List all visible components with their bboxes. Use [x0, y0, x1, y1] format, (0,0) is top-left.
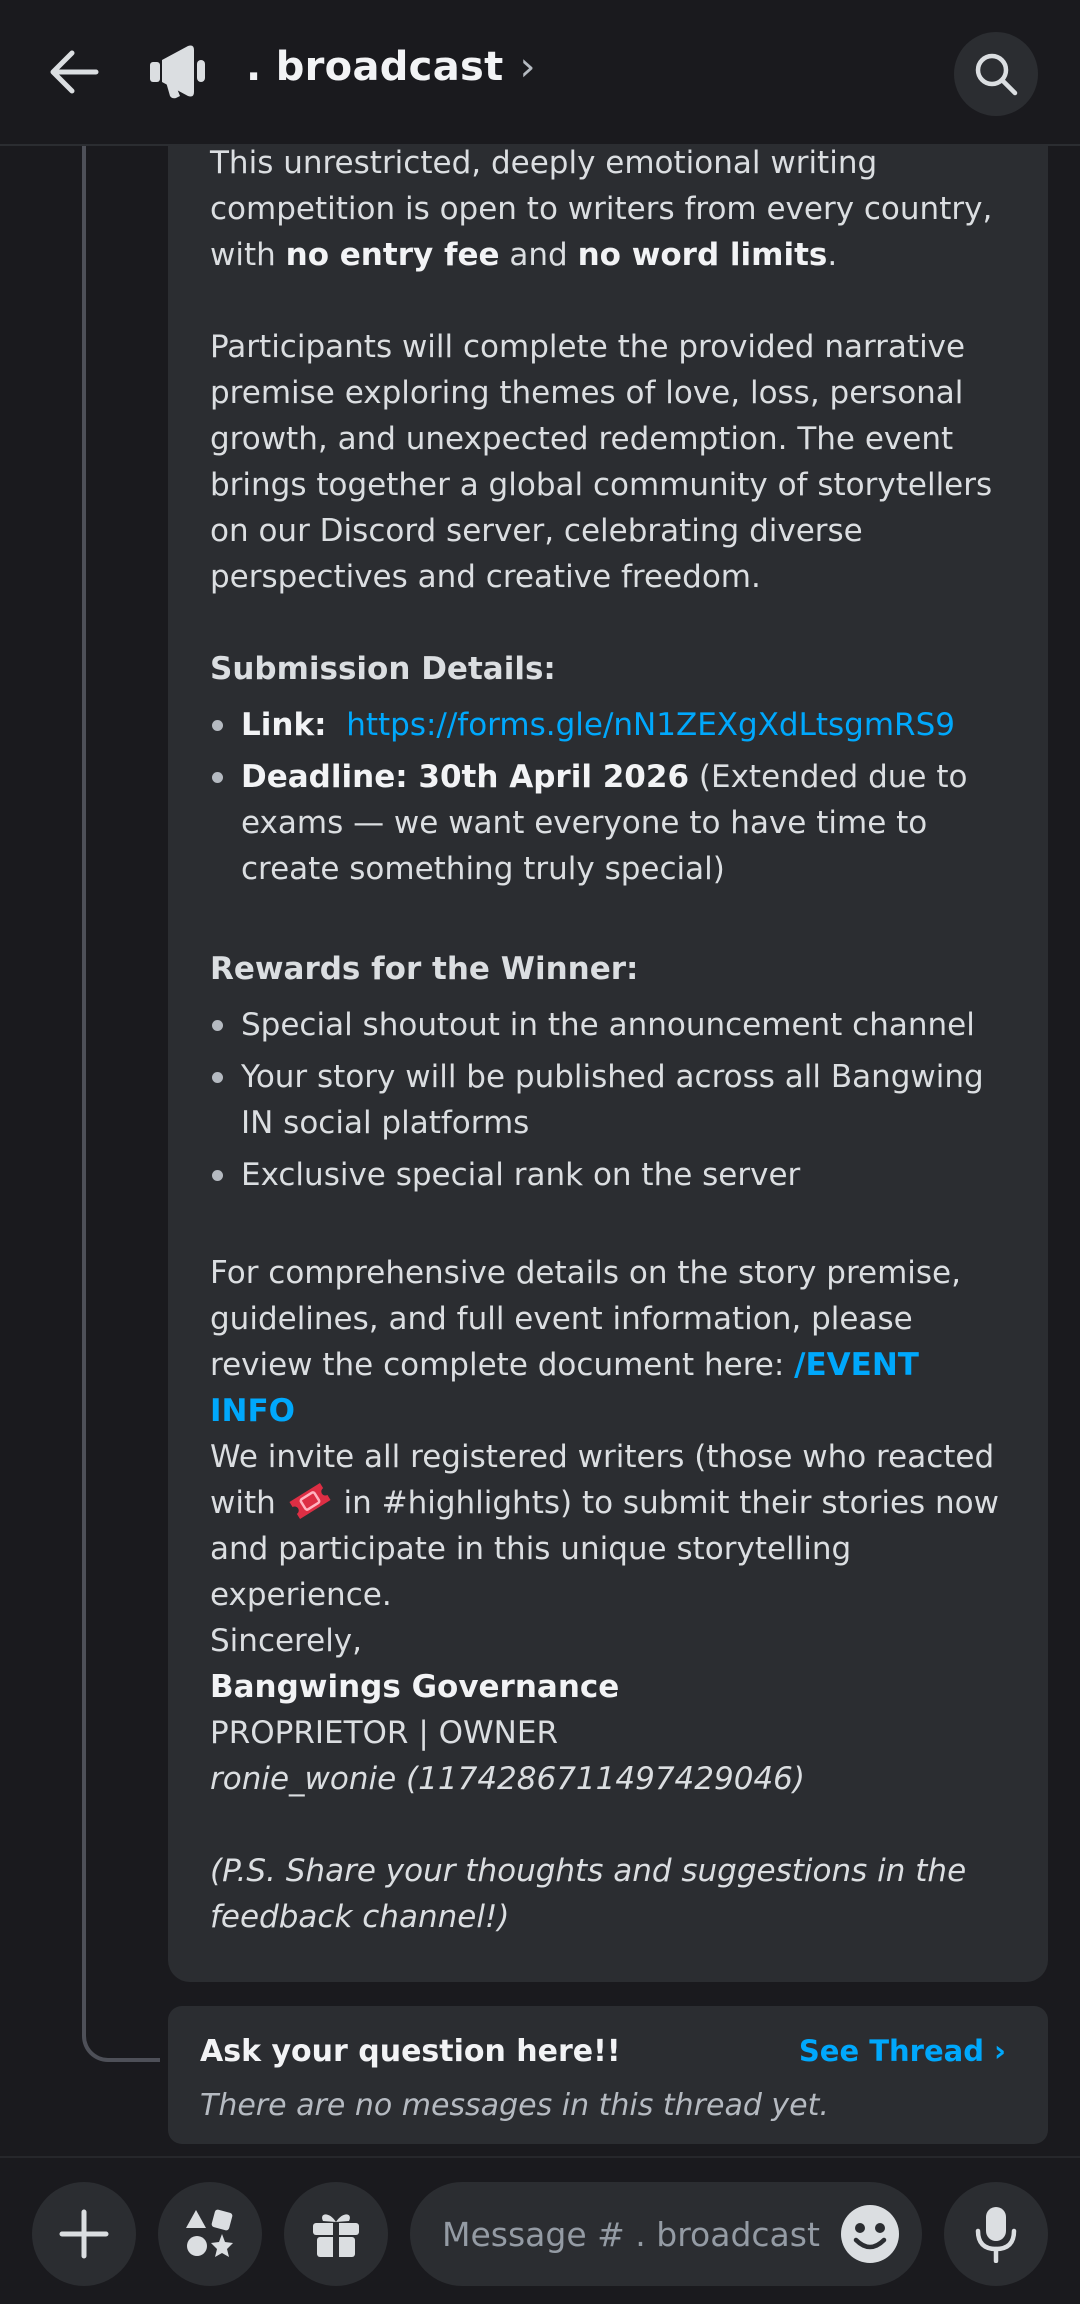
rewards-list: Special shoutout in the announcement cha… [210, 1002, 1010, 1198]
gift-icon [313, 2214, 359, 2257]
org-name: Bangwings Governance [210, 1669, 620, 1705]
search-icon [975, 53, 1018, 96]
list-item: Special shoutout in the announcement cha… [210, 1002, 1010, 1048]
emoji-icon [841, 2205, 899, 2263]
message-content: This unrestricted, deeply emotional writ… [168, 145, 1048, 1982]
voice-button[interactable] [944, 2182, 1048, 2286]
channel-header: . broadcast › [0, 0, 1080, 146]
thread-empty-text: There are no messages in this thread yet… [200, 2088, 829, 2123]
premise-paragraph: Participants will complete the provided … [210, 329, 993, 595]
channel-name: . broadcast [246, 44, 504, 90]
invite-paragraph: We invite all registered writers (those … [210, 1439, 999, 1613]
rewards-heading: Rewards for the Winner: [210, 951, 639, 987]
submission-list: Link: https://forms.gle/nN1ZEXgXdLtsgmRS… [210, 702, 1010, 892]
message-input[interactable] [442, 2214, 822, 2254]
arrow-left-icon [50, 50, 99, 94]
emoji-button[interactable] [840, 2204, 900, 2264]
channel-title[interactable]: . broadcast › [246, 44, 536, 90]
microphone-icon [975, 2207, 1017, 2263]
chevron-right-icon: › [519, 44, 536, 90]
submission-heading: Submission Details: [210, 651, 556, 687]
list-item: Exclusive special rank on the server [210, 1152, 1010, 1198]
no-word-limits-text: no word limits [577, 237, 828, 273]
username-text: ronie_wonie (1174286711497429046) [210, 1761, 805, 1797]
thread-title: Ask your question here!! [200, 2034, 621, 2069]
add-button[interactable] [32, 2182, 136, 2286]
apps-icon [186, 2209, 233, 2257]
ticket-icon [286, 1481, 334, 1521]
list-item: Deadline: 30th April 2026 (Extended due … [210, 754, 1010, 892]
apps-button[interactable] [158, 2182, 262, 2286]
no-entry-fee-text: no entry fee [285, 237, 500, 273]
thread-preview[interactable]: Ask your question here!! See Thread › Th… [168, 2006, 1048, 2144]
plus-icon [59, 2209, 109, 2259]
link-label: Link: [241, 707, 327, 743]
intro-paragraph: This unrestricted, deeply emotional writ… [210, 145, 993, 273]
gift-button[interactable] [284, 2182, 388, 2286]
see-thread-link[interactable]: See Thread › [799, 2034, 1006, 2068]
role-text: PROPRIETOR | OWNER [210, 1715, 558, 1751]
form-link[interactable]: https://forms.gle/nN1ZEXgXdLtsgmRS9 [346, 707, 955, 743]
list-item: Your story will be published across all … [210, 1054, 1010, 1146]
composer-bar [0, 2156, 1080, 2304]
list-item: Link: https://forms.gle/nN1ZEXgXdLtsgmRS… [210, 702, 1010, 748]
back-button[interactable] [42, 40, 106, 104]
ps-text: (P.S. Share your thoughts and suggestion… [210, 1853, 967, 1935]
details-paragraph: For comprehensive details on the story p… [210, 1255, 961, 1429]
sign-off: Sincerely, [210, 1623, 363, 1659]
thread-connector-line [82, 146, 160, 2062]
megaphone-icon [148, 42, 212, 102]
deadline-label: Deadline: 30th April 2026 [241, 759, 690, 795]
search-button[interactable] [954, 32, 1038, 116]
message-input-container [410, 2182, 922, 2286]
